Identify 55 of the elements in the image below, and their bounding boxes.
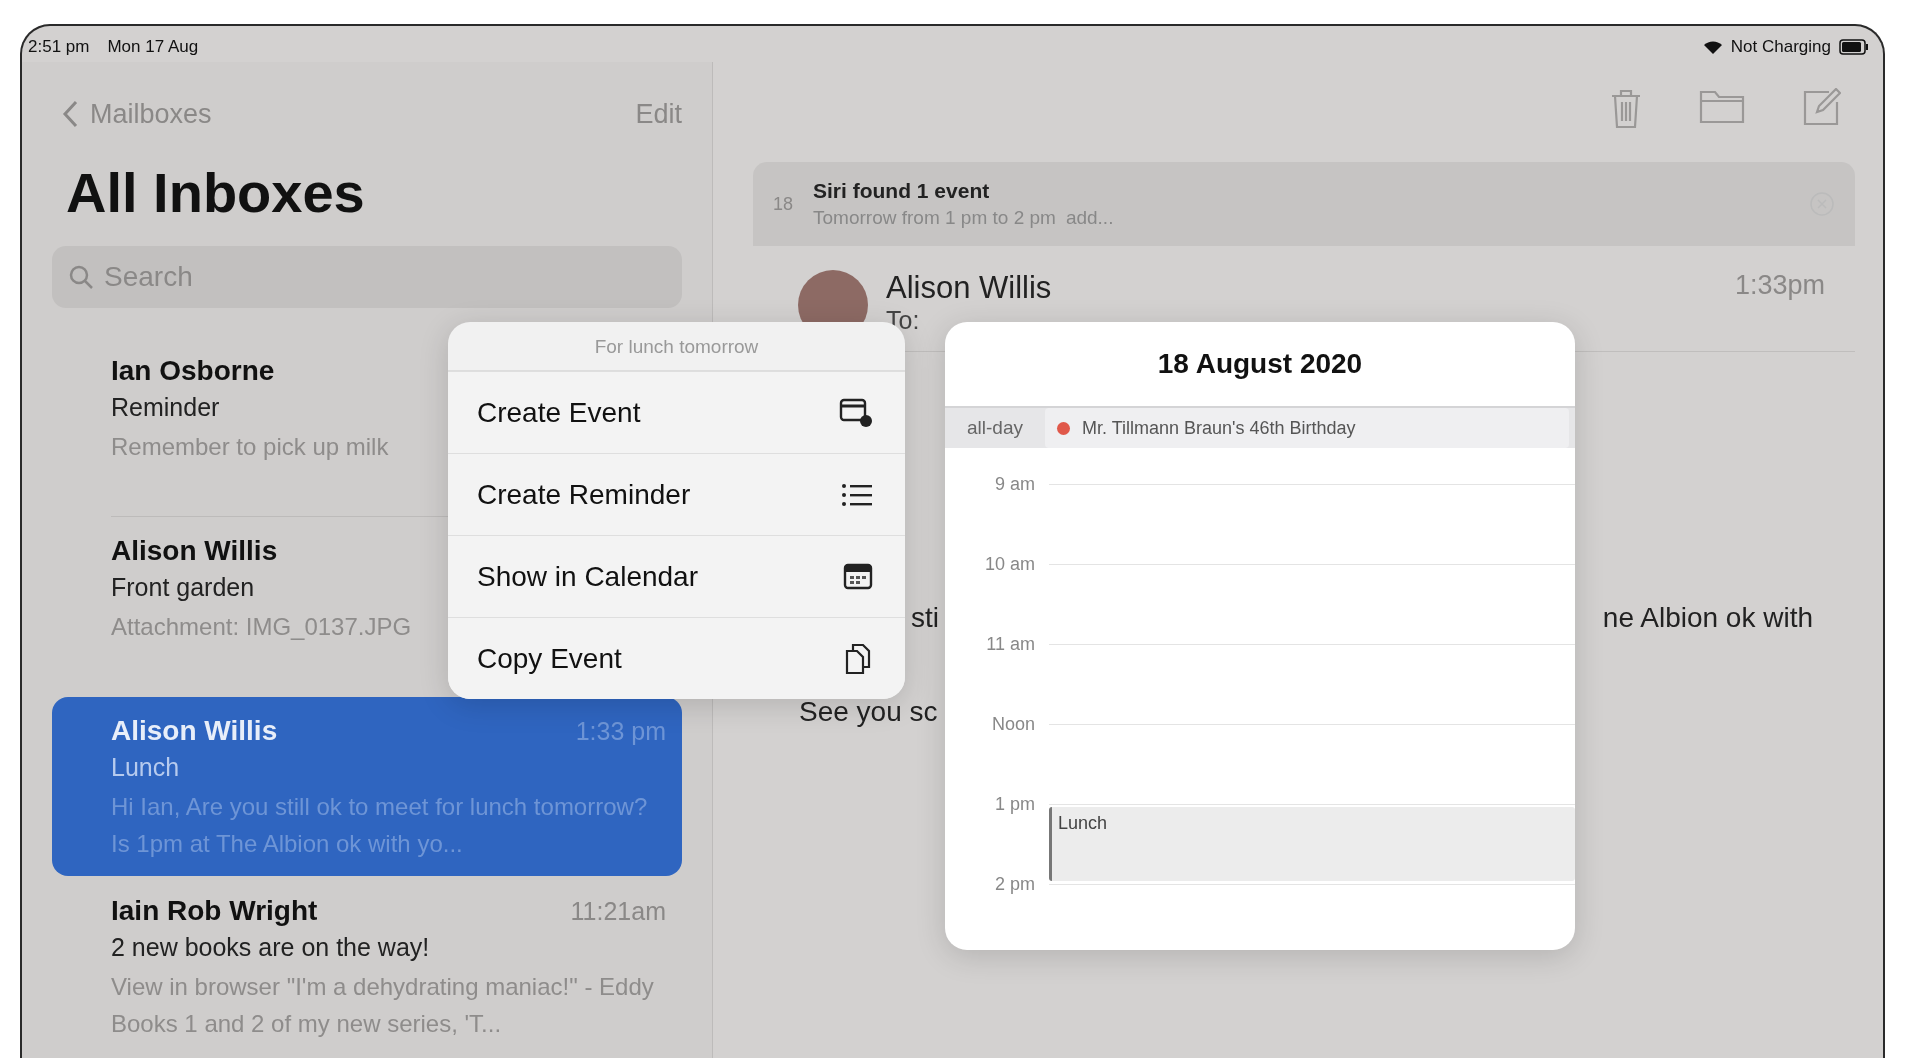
message-subject: 2 new books are on the way! <box>111 933 430 962</box>
message-subject: Lunch <box>111 753 180 782</box>
list-icon <box>841 481 873 508</box>
message-preview: View in browser "I'm a dehydrating maniac!" - Eddy Books 1 and 2 of my new series, 'T... <box>111 972 655 1039</box>
menu-item[interactable]: Copy Event <box>448 617 905 699</box>
calendar-date: 18 August 2020 <box>1156 347 1364 381</box>
all-day-event[interactable]: Mr. Tillmann Braun's 46th Birthday <box>1045 408 1569 448</box>
banner-title: Siri found 1 event <box>813 179 991 203</box>
mailbox-title: All Inboxes <box>65 160 366 226</box>
message-preview: Hi Ian, Are you still ok to meet for lunch tomorrow? Is 1pm at The Albion ok with yo... <box>111 792 649 859</box>
siri-event-banner[interactable]: 18 Siri found 1 event Tomorrow from 1 pm to 2 pm add... <box>753 162 1855 246</box>
hour-label: 2 pm <box>993 874 1035 895</box>
message-time: 11:21am <box>570 897 666 926</box>
calendar-add-icon <box>839 396 873 429</box>
body-text: sti <box>911 602 939 634</box>
sender-name: Iain Rob Wright <box>111 895 318 927</box>
sender-name: Ian Osborne <box>111 355 275 387</box>
calendar-event[interactable]: Lunch <box>1049 807 1575 881</box>
message-item[interactable]: Alison Willis 1:33 pm Lunch Hi Ian, Are you still ok to meet for lunch tomorrow? Is 1pm at The Albion ok with yo... <box>52 697 682 876</box>
sender-name: Alison Willis <box>111 715 278 747</box>
message-time: 1:33 pm <box>575 717 666 746</box>
message-subject: Front garden <box>111 573 255 602</box>
menu-item[interactable]: Create Event <box>448 371 905 453</box>
status-time: 2:51 pm <box>28 37 90 57</box>
chevron-left-icon <box>62 100 78 128</box>
battery-icon <box>1839 39 1869 55</box>
calendar-day-icon: 18 <box>773 193 794 215</box>
status-date: Mon 17 Aug <box>107 37 199 57</box>
sender-name: Alison Willis <box>886 270 1053 306</box>
message-item[interactable]: Iain Rob Wright 11:21am 2 new books are on the way! View in browser "I'm a dehydrating maniac!" - Eddy Books 1 and 2 of my new series, 'T... <box>52 877 682 1056</box>
menu-item[interactable]: Create Reminder <box>448 453 905 535</box>
message-preview: Remember to pick up milk <box>111 432 389 462</box>
sender-name: Alison Willis <box>111 535 278 567</box>
trash-icon[interactable] <box>1609 88 1643 130</box>
event-title: Mr. Tillmann Braun's 46th Birthday <box>1082 417 1356 439</box>
compose-icon[interactable] <box>1801 88 1841 128</box>
body-text: ne Albion ok with <box>1602 602 1813 634</box>
body-text: See you sc <box>799 696 938 728</box>
hour-label: Noon <box>990 714 1035 735</box>
message-subject: Reminder <box>111 393 220 422</box>
battery-status: Not Charging <box>1730 37 1831 57</box>
search-placeholder: Search <box>104 261 193 293</box>
hour-label: 1 pm <box>993 794 1035 815</box>
hour-label: 9 am <box>993 474 1035 495</box>
folder-icon[interactable] <box>1699 88 1745 124</box>
message-preview: Attachment: IMG_0137.JPG <box>111 612 412 642</box>
all-day-label: all-day <box>966 417 1024 439</box>
search-icon <box>68 264 94 290</box>
menu-item[interactable]: Show in Calendar <box>448 535 905 617</box>
calendar-icon <box>843 562 873 591</box>
message-time: 1:33pm <box>1734 270 1825 302</box>
hour-label: 10 am <box>983 554 1035 575</box>
hour-label: 11 am <box>985 634 1035 655</box>
wifi-icon <box>1702 39 1723 55</box>
banner-detail: Tomorrow from 1 pm to 2 pm <box>813 207 1056 228</box>
